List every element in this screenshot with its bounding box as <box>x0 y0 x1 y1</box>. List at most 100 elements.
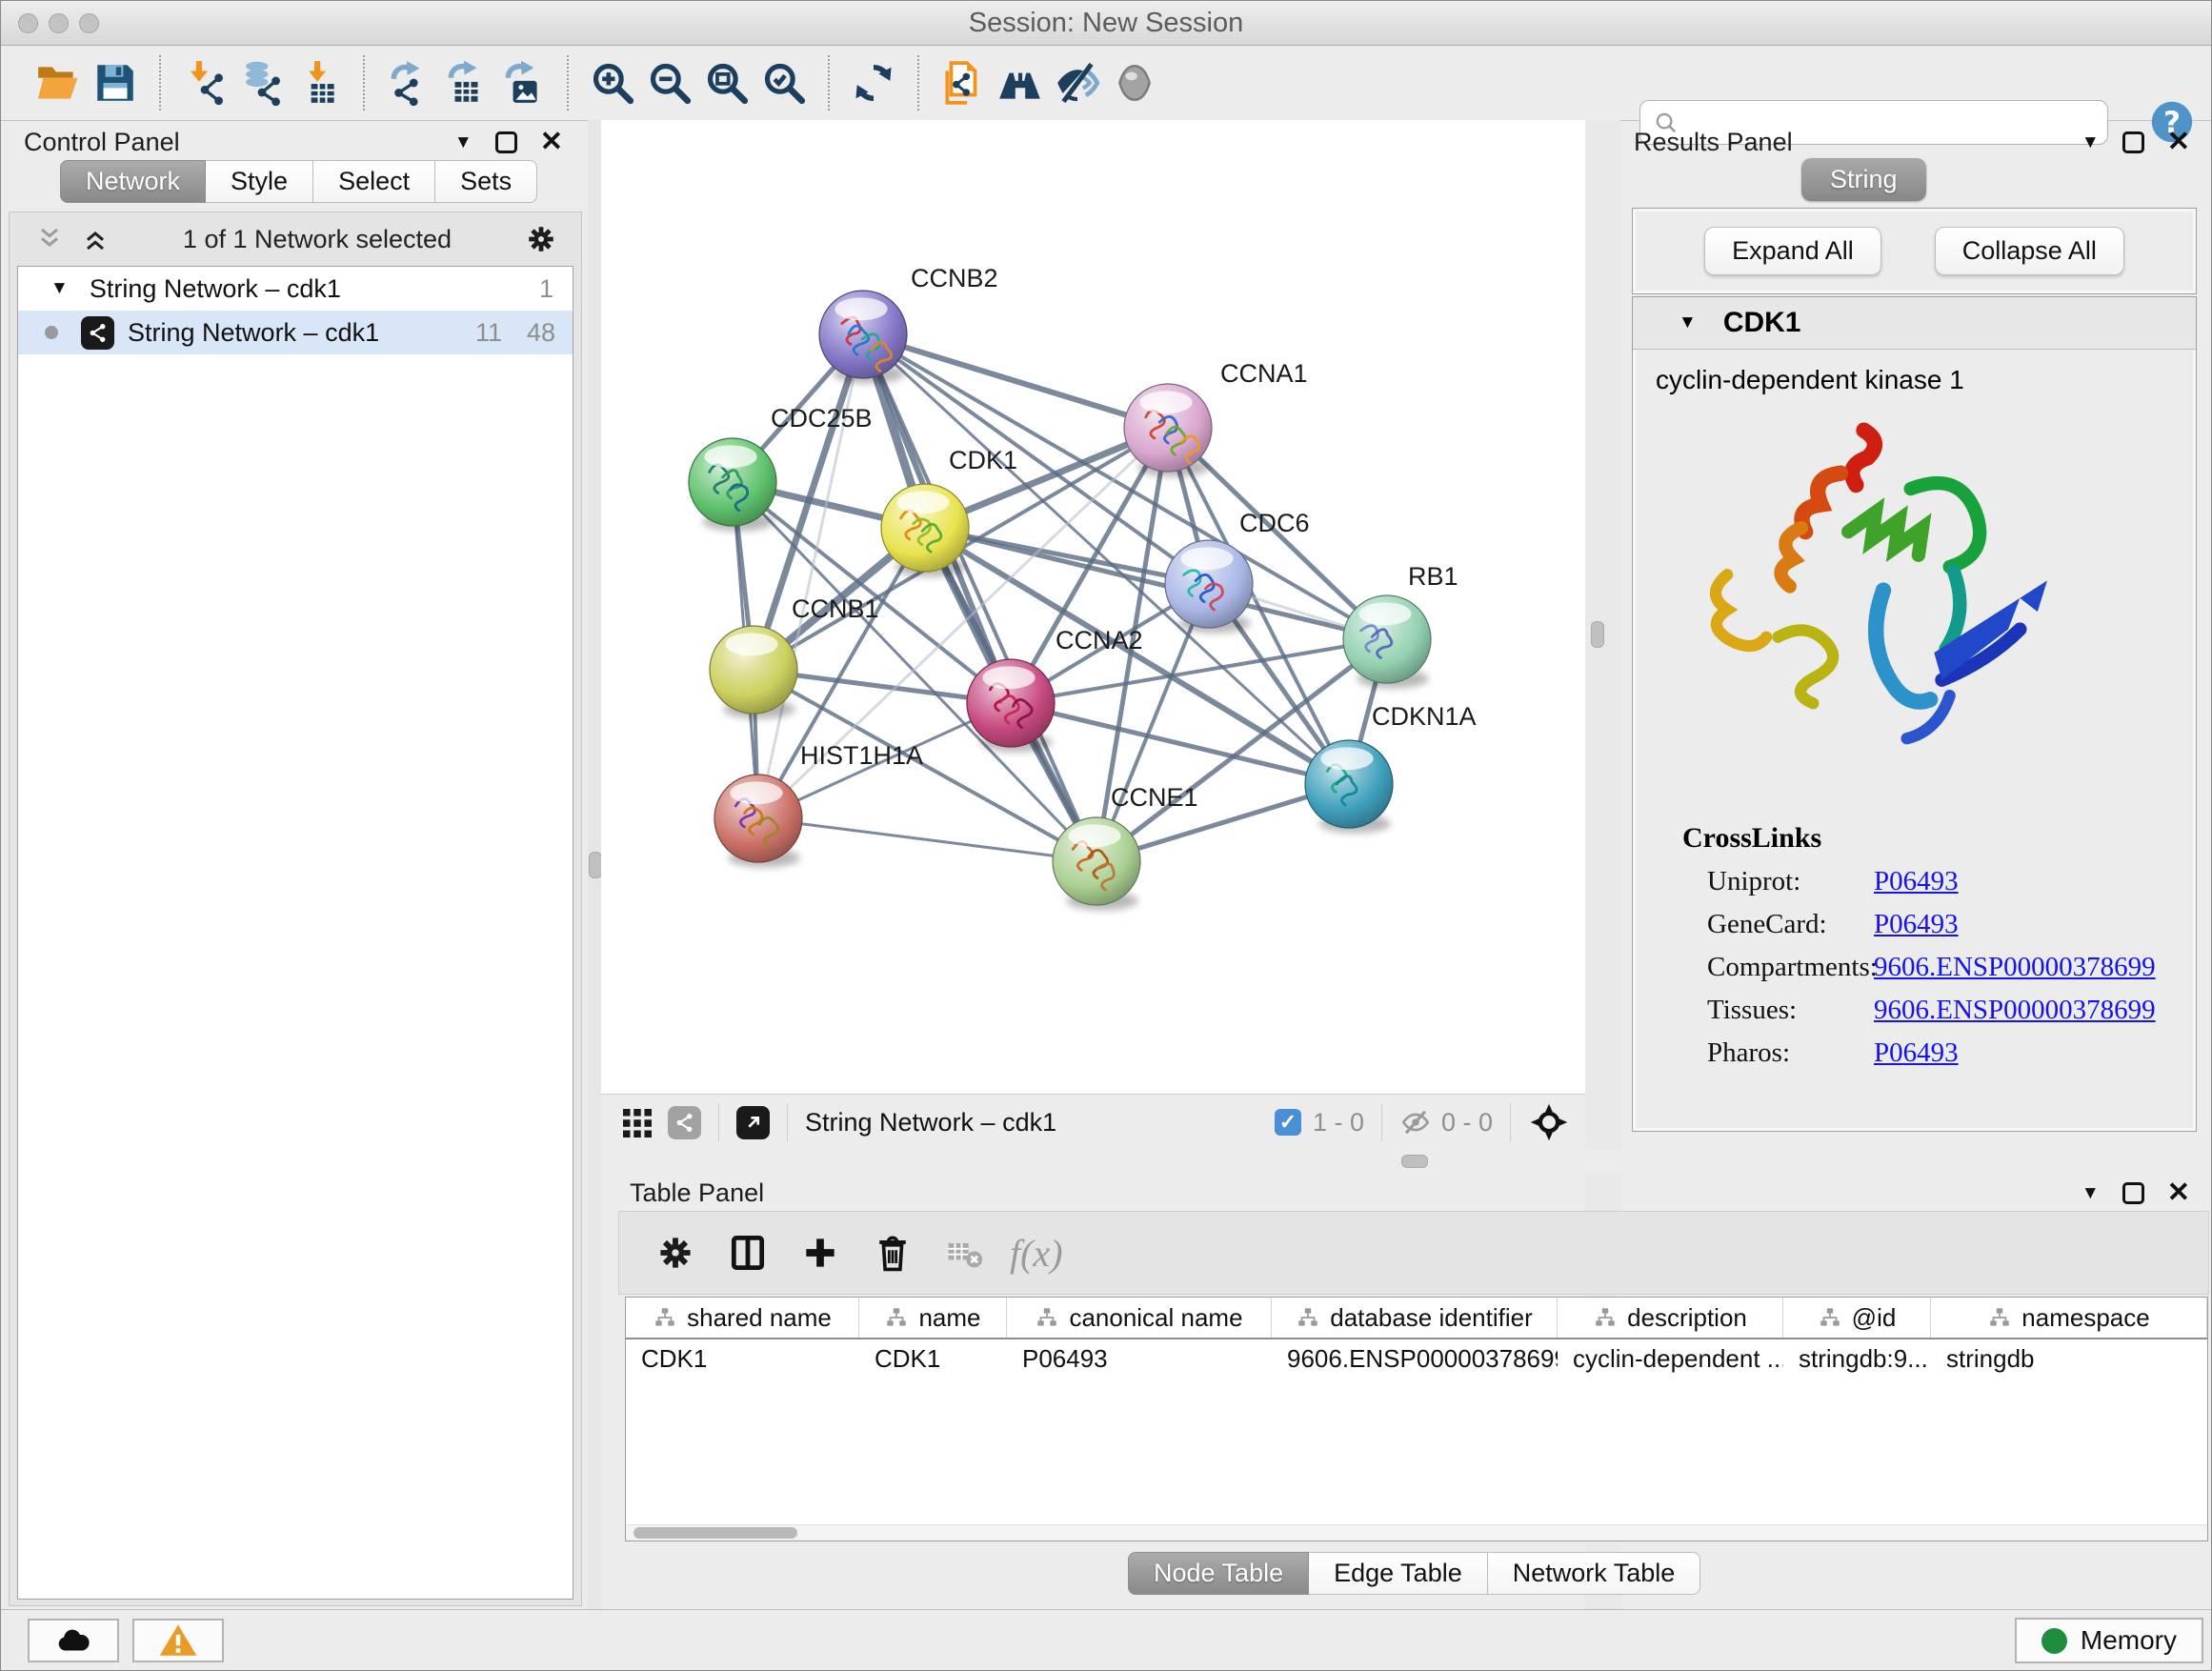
network-node-CDC25B[interactable] <box>689 438 776 532</box>
column-header-name[interactable]: name <box>859 1298 1007 1338</box>
import-network-file-icon[interactable] <box>176 54 233 111</box>
float-panel-icon[interactable]: ▼ <box>2081 132 2100 153</box>
table-cell[interactable]: CDK1 <box>859 1339 1007 1378</box>
network-canvas[interactable]: CCNB2CCNA1CDC25BCDK1CDC6RB1CCNB1CCNA2CDK… <box>601 120 1585 1094</box>
hidden-eye-slash-icon[interactable] <box>1399 1106 1432 1138</box>
undock-panel-icon[interactable] <box>2122 1182 2144 1204</box>
table-cell[interactable]: 9606.ENSP00000378699 <box>1272 1339 1558 1378</box>
network-node-CCNE1[interactable] <box>1053 817 1140 911</box>
add-column-icon[interactable] <box>793 1225 848 1280</box>
export-network-icon[interactable] <box>380 54 437 111</box>
crosslink-value-link[interactable]: P06493 <box>1874 909 1959 940</box>
tab-network[interactable]: Network <box>60 160 206 203</box>
memory-button[interactable]: Memory <box>2015 1618 2203 1663</box>
scrollbar-thumb[interactable] <box>633 1527 797 1539</box>
table-cell[interactable]: P06493 <box>1007 1339 1272 1378</box>
column-header-@id[interactable]: @id <box>1783 1298 1931 1338</box>
column-header-database-identifier[interactable]: database identifier <box>1272 1298 1558 1338</box>
column-header-canonical-name[interactable]: canonical name <box>1007 1298 1272 1338</box>
collapse-all-button[interactable]: Collapse All <box>1935 227 2124 275</box>
save-session-icon[interactable] <box>87 54 144 111</box>
share-badge-icon[interactable] <box>668 1106 701 1139</box>
zoom-in-icon[interactable] <box>584 54 641 111</box>
protein-structure-image <box>1677 403 2086 813</box>
network-edge-CCNB2-CCNE1[interactable] <box>863 334 1096 861</box>
open-session-icon[interactable] <box>30 54 87 111</box>
crosslink-value-link[interactable]: P06493 <box>1874 866 1959 897</box>
export-image-icon[interactable] <box>494 54 552 111</box>
tab-sets[interactable]: Sets <box>435 160 537 203</box>
table-row[interactable]: CDK1CDK1P064939606.ENSP00000378699cyclin… <box>626 1339 2207 1378</box>
network-node-CDC6[interactable] <box>1165 540 1253 634</box>
table-cell[interactable]: stringdb:9... <box>1783 1339 1931 1378</box>
close-panel-icon[interactable]: ✕ <box>2167 1182 2190 1204</box>
expand-all-button[interactable]: Expand All <box>1704 227 1881 275</box>
crosslink-value-link[interactable]: 9606.ENSP00000378699 <box>1874 995 2156 1026</box>
float-panel-icon[interactable]: ▼ <box>454 132 473 153</box>
cloud-button[interactable] <box>28 1619 119 1662</box>
network-node-count: 11 <box>452 318 502 348</box>
table-cell[interactable]: stringdb <box>1931 1339 2207 1378</box>
table-cell[interactable]: CDK1 <box>626 1339 859 1378</box>
undock-panel-icon[interactable] <box>495 131 517 153</box>
first-neighbors-icon[interactable] <box>992 54 1049 111</box>
collection-expander-icon[interactable]: ▼ <box>50 278 69 299</box>
close-panel-icon[interactable]: ✕ <box>540 131 563 153</box>
network-node-CDK1[interactable] <box>881 484 969 577</box>
column-header-shared-name[interactable]: shared name <box>626 1298 859 1338</box>
network-node-CCNA1[interactable] <box>1124 384 1212 477</box>
network-row[interactable]: String Network – cdk1 11 48 <box>18 311 573 354</box>
node-label-CCNB1: CCNB1 <box>792 594 879 623</box>
gene-header[interactable]: ▼ CDK1 <box>1633 297 2196 350</box>
column-header-namespace[interactable]: namespace <box>1931 1298 2207 1338</box>
grid-icon[interactable] <box>620 1103 654 1142</box>
collapse-all-chevron-icon[interactable] <box>34 224 65 254</box>
network-edge-CCNE1-HIST1H1A[interactable] <box>758 818 1096 861</box>
float-panel-icon[interactable]: ▼ <box>2081 1183 2100 1204</box>
tab-edge-table[interactable]: Edge Table <box>1309 1552 1488 1595</box>
panel-divider[interactable] <box>588 120 601 1609</box>
open-in-new-icon[interactable] <box>736 1106 770 1139</box>
crosslink-value-link[interactable]: 9606.ENSP00000378699 <box>1874 952 2156 983</box>
gear-icon[interactable] <box>648 1225 703 1280</box>
gene-expander-icon[interactable]: ▼ <box>1679 312 1697 333</box>
undock-panel-icon[interactable] <box>2122 131 2144 153</box>
zoom-out-icon[interactable] <box>641 54 698 111</box>
delete-column-icon[interactable] <box>865 1225 920 1280</box>
import-table-file-icon[interactable] <box>291 54 348 111</box>
network-edge-CCNB2-CCNA1[interactable] <box>863 334 1168 428</box>
zoom-fit-icon[interactable] <box>698 54 755 111</box>
divider-handle[interactable] <box>589 852 602 878</box>
show-graphics-details-icon[interactable] <box>1106 54 1163 111</box>
network-node-HIST1H1A[interactable] <box>714 775 802 868</box>
network-node-RB1[interactable] <box>1343 595 1431 689</box>
selected-checkbox[interactable]: ✓ <box>1275 1109 1301 1136</box>
zoom-selected-icon[interactable] <box>755 54 813 111</box>
export-table-icon[interactable] <box>437 54 494 111</box>
import-network-database-icon[interactable] <box>233 54 291 111</box>
gear-icon[interactable] <box>524 222 558 256</box>
expand-all-chevron-icon[interactable] <box>80 224 111 254</box>
divider-handle[interactable] <box>1401 1155 1428 1168</box>
tab-node-table[interactable]: Node Table <box>1128 1552 1309 1595</box>
close-panel-icon[interactable]: ✕ <box>2167 131 2190 153</box>
panel-divider[interactable] <box>601 1149 2212 1173</box>
split-columns-icon[interactable] <box>720 1225 775 1280</box>
network-node-CCNB1[interactable] <box>710 626 797 719</box>
table-cell[interactable]: cyclin-dependent ... <box>1558 1339 1783 1378</box>
center-crosshair-icon[interactable] <box>1528 1101 1570 1143</box>
tab-select[interactable]: Select <box>313 160 435 203</box>
refresh-view-icon[interactable] <box>845 54 902 111</box>
table-horizontal-scrollbar[interactable] <box>626 1524 2207 1540</box>
network-node-CDKN1A[interactable] <box>1305 740 1393 834</box>
tab-network-table[interactable]: Network Table <box>1488 1552 1701 1595</box>
crosslink-value-link[interactable]: P06493 <box>1874 1037 1959 1069</box>
tab-string[interactable]: String <box>1801 158 1926 201</box>
warnings-button[interactable] <box>132 1619 224 1662</box>
network-collection-row[interactable]: ▼ String Network – cdk1 1 <box>18 267 573 311</box>
column-header-description[interactable]: description <box>1558 1298 1783 1338</box>
network-from-document-icon[interactable] <box>935 54 992 111</box>
tab-style[interactable]: Style <box>206 160 313 203</box>
divider-handle[interactable] <box>1591 621 1604 648</box>
hide-selected-icon[interactable] <box>1049 54 1106 111</box>
